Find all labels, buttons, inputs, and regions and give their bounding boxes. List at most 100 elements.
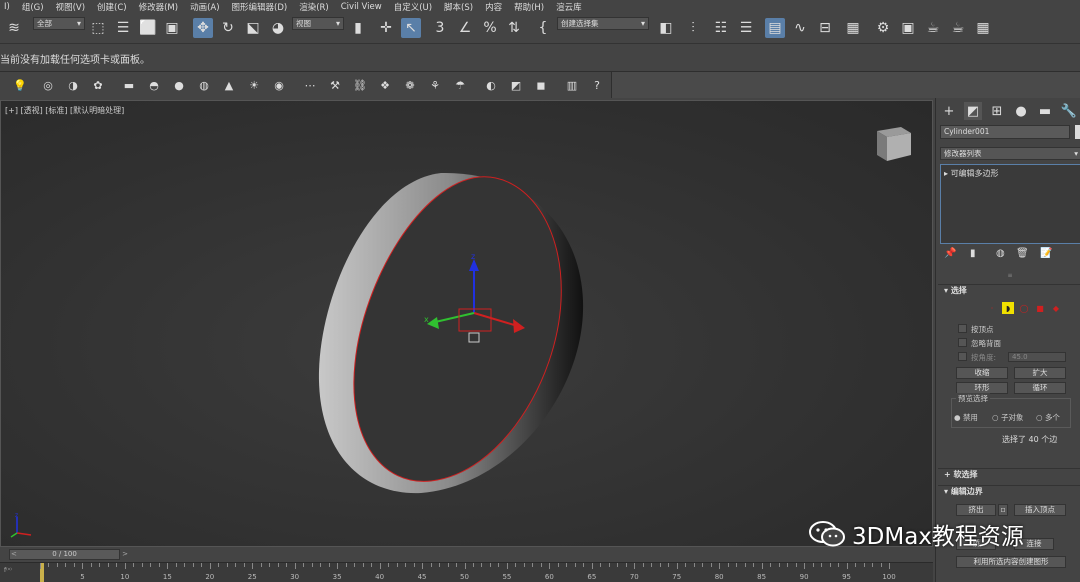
named-selection-dropdown[interactable]: 创建选择集 <box>557 17 649 30</box>
edit-named-selection-icon[interactable]: { <box>533 18 553 38</box>
window-crossing-icon[interactable]: ▣ <box>162 18 182 38</box>
mesh-light-icon[interactable]: ◍ <box>196 77 212 93</box>
selection-filter-dropdown[interactable]: 全部 <box>33 17 85 30</box>
cylinder-ring[interactable] <box>318 172 584 494</box>
sphere-light-icon[interactable]: ● <box>171 77 187 93</box>
percent-snap-icon[interactable]: % <box>480 18 500 38</box>
rotate-icon[interactable]: ↻ <box>218 18 238 38</box>
sun-light-icon[interactable]: ☀ <box>246 77 262 93</box>
ribbon-toggle-icon[interactable]: ▤ <box>765 18 785 38</box>
menu-item-help[interactable]: 帮助(H) <box>510 1 552 13</box>
show-end-result-icon[interactable]: ▮ <box>970 248 976 259</box>
sphere-object-icon[interactable]: ❖ <box>377 77 393 93</box>
help-icon[interactable]: ? <box>589 77 605 93</box>
element-level-icon[interactable]: ◆ <box>1050 302 1062 314</box>
render-setup-icon[interactable]: ⚙ <box>873 18 893 38</box>
preview-multi-radio[interactable]: 多个 <box>1036 412 1060 423</box>
modifier-list-dropdown[interactable]: 修改器列表 <box>940 147 1080 160</box>
extrude-settings-button[interactable]: ▫ <box>998 504 1008 516</box>
schematic-view-icon[interactable]: ⊟ <box>815 18 835 38</box>
render-iterative-icon[interactable]: ☕ <box>948 18 968 38</box>
object-name-field[interactable]: Cylinder001 <box>940 125 1070 139</box>
configure-modifier-sets-icon[interactable]: 📝 <box>1040 248 1052 259</box>
stack-item-editable-poly[interactable]: ▸ 可编辑多边形 <box>944 168 999 179</box>
clipper-icon[interactable]: ☂ <box>452 77 468 93</box>
place-icon[interactable]: ◕ <box>268 18 288 38</box>
modify-tab-icon[interactable]: ◩ <box>964 102 982 120</box>
keyboard-shortcut-icon[interactable]: ↖ <box>401 18 421 38</box>
layer-explorer-icon[interactable]: ☰ <box>736 18 756 38</box>
rollout-selection[interactable]: 选择 <box>938 284 1080 296</box>
ambient-light-icon[interactable]: ◉ <box>271 77 287 93</box>
menu-item-render-cloud[interactable]: 渲云库 <box>552 1 590 13</box>
by-angle-checkbox[interactable]: 按角度: <box>958 352 996 363</box>
pivot-center-icon[interactable]: ▮ <box>348 18 368 38</box>
rollout-soft-selection[interactable]: 软选择 <box>938 468 1080 480</box>
scale-icon[interactable]: ⬕ <box>243 18 263 38</box>
edge-level-icon[interactable]: ◗ <box>1002 302 1014 314</box>
object-color-swatch[interactable] <box>1075 125 1080 139</box>
align-icon[interactable]: ⫶ <box>683 18 703 38</box>
preview-subobject-radio[interactable]: 子对象 <box>992 412 1024 423</box>
menu-item-civil-view[interactable]: Civil View <box>337 2 390 12</box>
menu-item-customize[interactable]: 自定义(U) <box>390 1 440 13</box>
create-shape-button[interactable]: 利用所选内容创建图形 <box>956 556 1066 568</box>
material-sphere-icon[interactable]: ◐ <box>483 77 499 93</box>
menu-item-create[interactable]: 创建(C) <box>93 1 135 13</box>
modifier-stack[interactable]: ▸ 可编辑多边形 <box>940 164 1080 244</box>
select-by-name-icon[interactable]: ☰ <box>113 18 133 38</box>
track-bar[interactable]: f⁽ˣ⁾ 5 10 15 20 25 30 35 40 45 50 55 60 65 70 75 80 85 90… <box>0 562 933 582</box>
make-unique-icon[interactable]: ◍ <box>996 248 1005 259</box>
menu-item-modifiers[interactable]: 修改器(M) <box>135 1 186 13</box>
pin-stack-icon[interactable]: 📌 <box>944 248 956 259</box>
environment-icon[interactable]: ✿ <box>90 77 106 93</box>
loop-button[interactable]: 循环 <box>1014 382 1066 394</box>
render-production-icon[interactable]: ☕ <box>923 18 943 38</box>
exposure-icon[interactable]: ◑ <box>65 77 81 93</box>
reference-coordinate-dropdown[interactable]: 视图 <box>292 17 344 30</box>
polygon-level-icon[interactable]: ■ <box>1034 302 1046 314</box>
menu-item-content[interactable]: 内容 <box>481 1 510 13</box>
snap-toggle-icon[interactable]: 3 <box>430 18 450 38</box>
material-tools-icon[interactable]: ◩ <box>508 77 524 93</box>
insert-vertex-button[interactable]: 插入顶点 <box>1014 504 1066 516</box>
rect-selection-icon[interactable]: ⬜ <box>138 18 158 38</box>
menu-item-edit[interactable]: I) <box>0 2 18 12</box>
viewcube[interactable] <box>871 123 915 163</box>
select-object-icon[interactable]: ⬚ <box>88 18 108 38</box>
frame-buffer-icon[interactable]: ▥ <box>564 77 580 93</box>
create-tab-icon[interactable]: + <box>940 102 958 120</box>
camera-icon[interactable]: ◎ <box>40 77 56 93</box>
fur-icon[interactable]: ⚒ <box>327 77 343 93</box>
proxy-icon[interactable]: ⋯ <box>302 77 318 93</box>
menu-item-view[interactable]: 视图(V) <box>52 1 93 13</box>
grow-button[interactable]: 扩大 <box>1014 367 1066 379</box>
remove-modifier-icon[interactable]: 🗑 <box>1016 248 1029 259</box>
ignore-backfacing-checkbox[interactable]: 忽略背面 <box>958 338 1001 349</box>
scene-explorer-icon[interactable]: ☷ <box>711 18 731 38</box>
rollout-edit-edges[interactable]: 编辑边界 <box>938 485 1080 497</box>
track-bar-filter-icon[interactable]: f⁽ˣ⁾ <box>4 567 12 574</box>
hierarchy-tab-icon[interactable]: ⊞ <box>988 102 1006 120</box>
material-editor-icon[interactable]: ▦ <box>843 18 863 38</box>
curve-editor-icon[interactable]: ∿ <box>790 18 810 38</box>
angle-spinner[interactable]: 45.0 <box>1008 352 1066 362</box>
panel-divider[interactable]: ≡ <box>940 272 1080 279</box>
shrink-button[interactable]: 收缩 <box>956 367 1008 379</box>
utilities-tab-icon[interactable]: 🔧 <box>1060 102 1078 120</box>
plane-light-icon[interactable]: ▬ <box>121 77 137 93</box>
perspective-viewport[interactable]: [+] [透视] [标准] [默认明暗处理] z x z <box>0 100 933 547</box>
extrude-button[interactable]: 挤出 <box>956 504 996 516</box>
mirror-icon[interactable]: ◧ <box>656 18 676 38</box>
material-preview-icon[interactable]: ◼ <box>533 77 549 93</box>
menu-item-rendering[interactable]: 渲染(R) <box>295 1 337 13</box>
rendered-frame-window-icon[interactable]: ▣ <box>898 18 918 38</box>
dome-light-icon[interactable]: ◓ <box>146 77 162 93</box>
time-prev-icon[interactable]: < <box>11 550 17 559</box>
volume-icon[interactable]: ❁ <box>402 77 418 93</box>
time-next-icon[interactable]: > <box>122 550 128 559</box>
menu-item-scripting[interactable]: 脚本(S) <box>440 1 481 13</box>
light-bulb-icon[interactable]: 💡 <box>12 77 28 93</box>
preview-disabled-radio[interactable]: 禁用 <box>954 412 978 423</box>
move-icon[interactable]: ✥ <box>193 18 213 38</box>
